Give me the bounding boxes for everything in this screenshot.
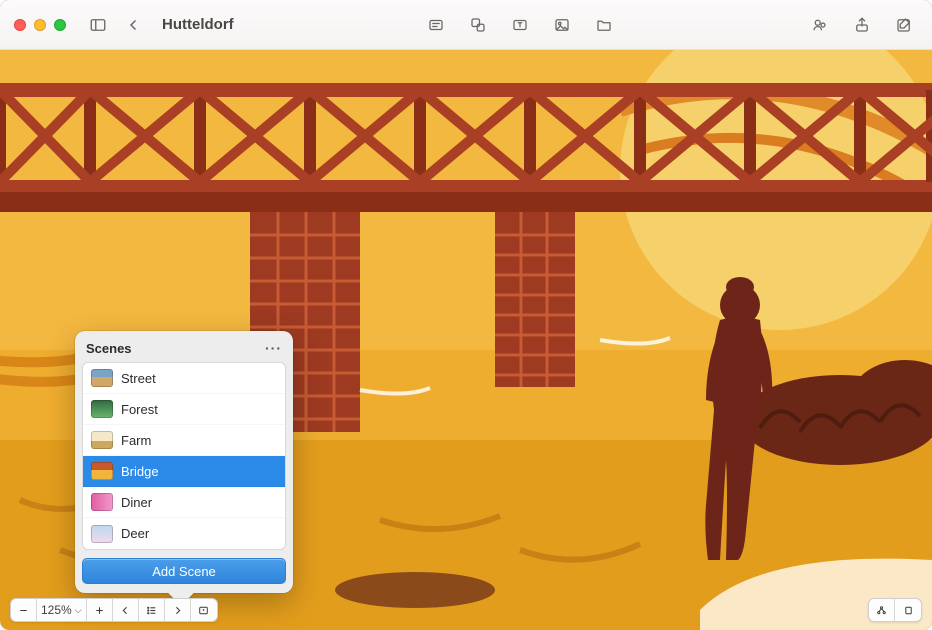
toolbar-center-group — [422, 12, 618, 38]
close-window-button[interactable] — [14, 19, 26, 31]
note-card-icon[interactable] — [422, 12, 450, 38]
next-scene-button[interactable] — [165, 599, 191, 621]
scene-thumbnail — [91, 525, 113, 543]
title-bar: Hutteldorf — [0, 0, 932, 50]
text-box-icon[interactable] — [506, 12, 534, 38]
prev-scene-button[interactable] — [113, 599, 139, 621]
sidebar-toggle-button[interactable] — [84, 12, 112, 38]
zoom-in-button[interactable] — [87, 599, 113, 621]
collaborate-icon[interactable] — [806, 12, 834, 38]
window-traffic-lights — [14, 19, 66, 31]
scene-thumbnail — [91, 431, 113, 449]
zoom-nav-toolbar: 125% ⌵ — [10, 598, 218, 622]
scene-thumbnail — [91, 462, 113, 480]
toolbar-right-group — [806, 12, 918, 38]
folder-icon[interactable] — [590, 12, 618, 38]
scenes-popover: Scenes ··· Street Forest Farm B — [75, 331, 293, 593]
scene-thumbnail — [91, 369, 113, 387]
scene-item-street[interactable]: Street — [83, 363, 285, 394]
fullscreen-window-button[interactable] — [54, 19, 66, 31]
scenes-panel-title: Scenes — [86, 341, 132, 356]
scene-item-label: Farm — [121, 433, 151, 448]
scene-item-label: Forest — [121, 402, 158, 417]
scene-item-bridge[interactable]: Bridge — [83, 456, 285, 487]
scene-item-label: Deer — [121, 526, 149, 541]
scenes-list[interactable]: Street Forest Farm Bridge Diner — [82, 362, 286, 550]
chevron-down-icon: ⌵ — [75, 605, 82, 616]
add-scene-button[interactable]: Add Scene — [82, 558, 286, 584]
scenes-more-button[interactable]: ··· — [265, 340, 282, 356]
view-mode-toolbar — [868, 598, 922, 622]
fit-scene-button[interactable] — [191, 599, 217, 621]
shape-icon[interactable] — [464, 12, 492, 38]
zoom-level-dropdown[interactable]: 125% ⌵ — [37, 599, 87, 621]
document-title: Hutteldorf — [162, 16, 234, 33]
minimize-window-button[interactable] — [34, 19, 46, 31]
back-button[interactable] — [120, 12, 148, 38]
zoom-level-value: 125% — [41, 603, 72, 617]
compose-icon[interactable] — [890, 12, 918, 38]
share-icon[interactable] — [848, 12, 876, 38]
single-view-button[interactable] — [895, 599, 921, 621]
connections-view-button[interactable] — [869, 599, 895, 621]
app-window: Hutteldorf — [0, 0, 932, 630]
scene-item-forest[interactable]: Forest — [83, 394, 285, 425]
zoom-out-button[interactable] — [11, 599, 37, 621]
scene-item-diner[interactable]: Diner — [83, 487, 285, 518]
scene-thumbnail — [91, 493, 113, 511]
scene-item-deer[interactable]: Deer — [83, 518, 285, 549]
scene-item-farm[interactable]: Farm — [83, 425, 285, 456]
scenes-list-button[interactable] — [139, 599, 165, 621]
scene-item-label: Street — [121, 371, 156, 386]
image-icon[interactable] — [548, 12, 576, 38]
scene-thumbnail — [91, 400, 113, 418]
scene-item-label: Diner — [121, 495, 152, 510]
scene-item-label: Bridge — [121, 464, 159, 479]
canvas-area[interactable]: Scenes ··· Street Forest Farm B — [0, 50, 932, 630]
